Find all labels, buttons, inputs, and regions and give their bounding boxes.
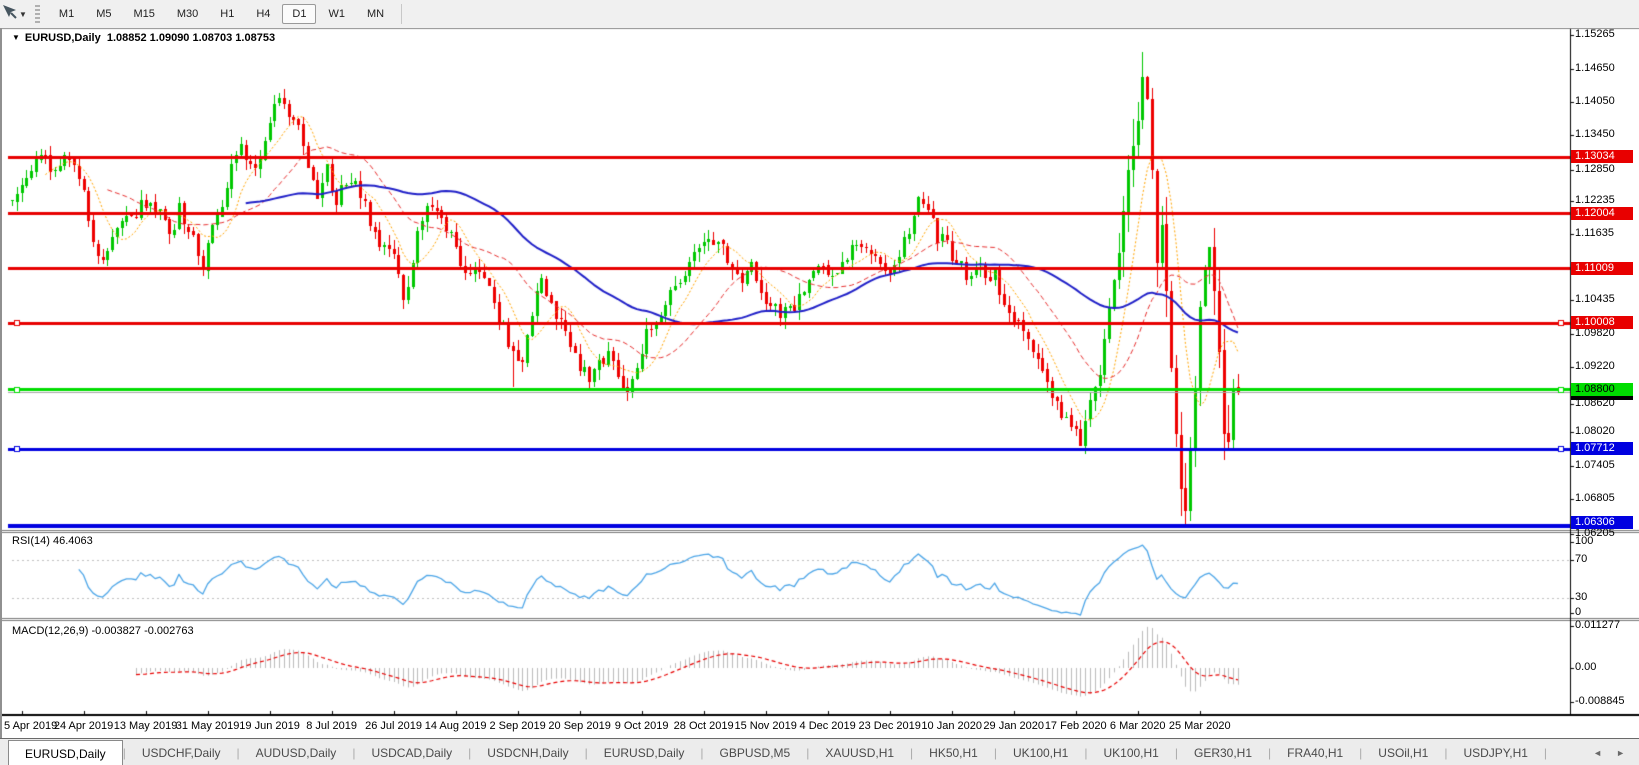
tab-hk50-h1-8[interactable]: HK50,H1 — [913, 739, 994, 765]
timeframe-button-d1[interactable]: D1 — [282, 4, 317, 24]
indicator-axis-label: -0.008845 — [1575, 695, 1625, 707]
indicator-axis-label: 30 — [1575, 591, 1588, 603]
price-axis-label: 1.12850 — [1575, 162, 1615, 175]
timeframe-button-h4[interactable]: H4 — [246, 4, 280, 24]
price-axis-label: 1.12235 — [1575, 194, 1615, 207]
price-chart-canvas[interactable] — [2, 28, 1639, 718]
price-axis-label: 1.15265 — [1575, 28, 1615, 41]
chart-ohlc-values: 1.08852 1.09090 1.08703 1.08753 — [106, 32, 276, 44]
tab-scroll-right-icon[interactable]: ► — [1616, 748, 1625, 758]
tab-gbpusd-m5-6[interactable]: GBPUSD,M5 — [704, 739, 807, 765]
chart-window: ▼ EURUSD,Daily 1.08852 1.09090 1.08703 1.… — [0, 28, 1639, 738]
price-axis-label: 1.13450 — [1575, 127, 1615, 140]
timeframe-button-h1[interactable]: H1 — [210, 4, 244, 24]
price-level-badge: 1.08800 — [1571, 382, 1633, 396]
chevron-down-icon[interactable]: ▼ — [19, 10, 27, 19]
tab-usdcad-daily-3[interactable]: USDCAD,Daily — [355, 739, 468, 765]
timeframe-button-m5[interactable]: M5 — [86, 4, 121, 24]
price-level-badge: 1.13034 — [1571, 150, 1633, 164]
tab-uk100-h1-9[interactable]: UK100,H1 — [997, 739, 1084, 765]
timeframe-button-m15[interactable]: M15 — [123, 4, 164, 24]
price-level-badge: 1.07712 — [1571, 442, 1633, 456]
tab-usdcnh-daily-4[interactable]: USDCNH,Daily — [471, 739, 584, 765]
date-label: 25 Mar 2020 — [1168, 720, 1231, 732]
toolbar-drag-handle[interactable] — [34, 5, 40, 23]
tab-usdjpy-h1-14[interactable]: USDJPY,H1 — [1447, 739, 1543, 765]
price-level-badge: 1.11009 — [1571, 261, 1633, 275]
timeframe-button-m1[interactable]: M1 — [49, 4, 84, 24]
crosshair-cursor-icon[interactable] — [2, 4, 17, 24]
tab-usoil-h1-13[interactable]: USOil,H1 — [1362, 739, 1444, 765]
price-axis-label: 1.07405 — [1575, 459, 1615, 472]
tab-xauusd-h1-7[interactable]: XAUUSD,H1 — [809, 739, 910, 765]
tab-uk100-h1-10[interactable]: UK100,H1 — [1087, 739, 1174, 765]
triangle-down-icon: ▼ — [12, 33, 20, 42]
tab-audusd-daily-2[interactable]: AUDUSD,Daily — [240, 739, 353, 765]
price-axis-label: 1.06805 — [1575, 492, 1615, 505]
trading-platform-window: ▼ M1 M5 M15 M30 H1 H4 D1 W1 MN ▼ EURUSD,Daily 1.0… — [0, 0, 1639, 765]
indicator-axis-label: 0.011277 — [1575, 619, 1621, 631]
price-level-badge: 1.10008 — [1571, 316, 1633, 330]
price-level-badge: 1.12004 — [1571, 206, 1633, 220]
tab-separator: | — [1543, 745, 1548, 760]
timeframe-button-w1[interactable]: W1 — [318, 4, 355, 24]
indicator-axis-label: 0.00 — [1575, 661, 1597, 673]
tab-usdchf-daily-1[interactable]: USDCHF,Daily — [126, 739, 237, 765]
chart-symbol-title: EURUSD,Daily — [24, 32, 101, 44]
timeframe-button-mn[interactable]: MN — [357, 4, 394, 24]
chart-title: ▼ EURUSD,Daily 1.08852 1.09090 1.08703 1.… — [12, 32, 275, 44]
toolbar-separator — [401, 4, 403, 24]
price-axis-label: 1.11635 — [1575, 227, 1614, 240]
rsi-indicator-label: RSI(14) 46.4063 — [12, 535, 93, 547]
price-axis-label: 1.10435 — [1575, 292, 1615, 305]
price-axis-label: 1.09220 — [1575, 359, 1615, 372]
tab-scroll-left-icon[interactable]: ◄ — [1593, 748, 1602, 758]
tab-eurusd-daily-5[interactable]: EURUSD,Daily — [588, 739, 701, 765]
tab-fra40-h1-12[interactable]: FRA40,H1 — [1271, 739, 1359, 765]
timeframe-toolbar: ▼ M1 M5 M15 M30 H1 H4 D1 W1 MN — [0, 0, 1639, 29]
timeframe-button-m30[interactable]: M30 — [167, 4, 208, 24]
price-axis-label: 1.08020 — [1575, 425, 1615, 438]
indicator-axis-label: 0 — [1575, 606, 1582, 618]
price-axis-label: 1.14650 — [1575, 61, 1615, 74]
macd-indicator-label: MACD(12,26,9) -0.003827 -0.002763 — [12, 625, 194, 637]
chart-tab-bar: EURUSD,Daily | USDCHF,Daily | AUDUSD,Daily | U… — [0, 738, 1639, 765]
indicator-axis-label: 70 — [1575, 553, 1588, 565]
indicator-axis-label: 100 — [1575, 535, 1594, 547]
tab-ger30-h1-11[interactable]: GER30,H1 — [1178, 739, 1268, 765]
tab-eurusd-daily-0[interactable]: EURUSD,Daily — [8, 740, 123, 765]
price-axis-label: 1.14050 — [1575, 94, 1615, 107]
price-level-badge: 1.06306 — [1571, 516, 1633, 530]
